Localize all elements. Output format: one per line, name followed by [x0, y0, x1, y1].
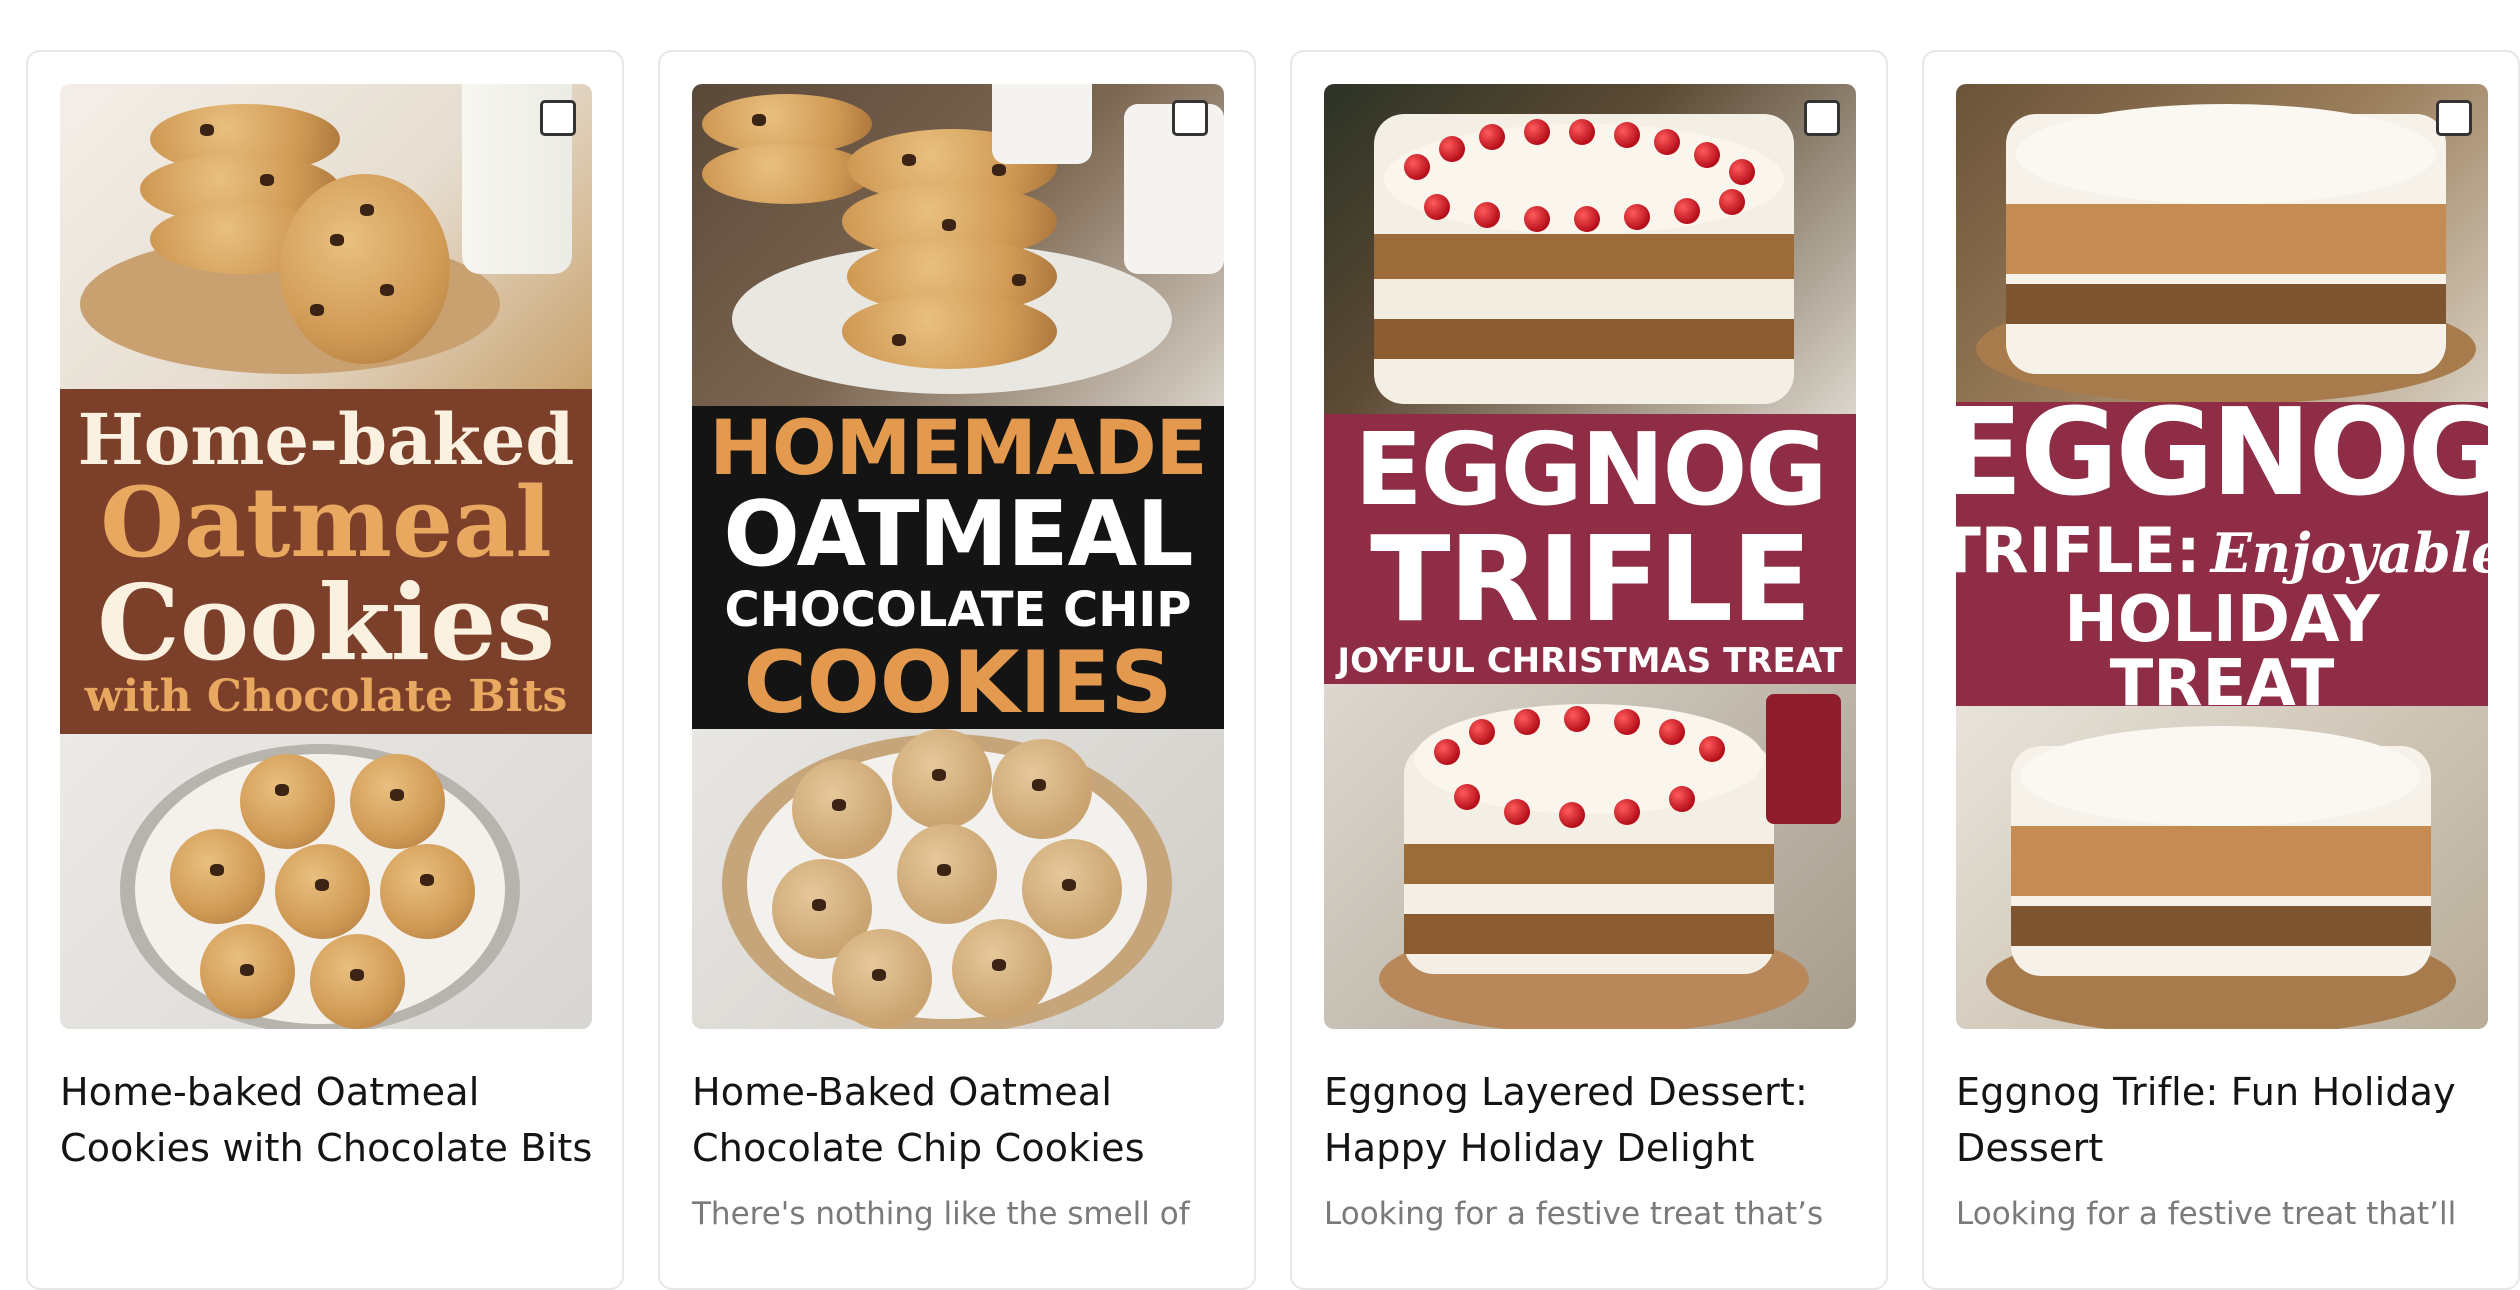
cookie-tray-photo [60, 734, 592, 1029]
cookie-stack-photo [692, 84, 1224, 409]
trifle-photo [1324, 684, 1856, 1029]
recipe-banner: EGGNOG TRIFLE: Enjoyable HOLIDAY TREAT [1956, 383, 2488, 721]
recipe-card-1[interactable]: Home-baked Oatmeal Cookies with Chocolat… [26, 50, 624, 1290]
recipe-image-3[interactable]: EGGNOG TRIFLE JOYFUL CHRISTMAS TREAT [1324, 84, 1856, 1029]
select-checkbox[interactable] [2436, 100, 2472, 136]
recipe-banner: HOMEMADE OATMEAL CHOCOLATE CHIP COOKIES [692, 406, 1224, 729]
recipe-banner: EGGNOG TRIFLE JOYFUL CHRISTMAS TREAT [1324, 414, 1856, 684]
cookie-stack-photo [60, 84, 592, 394]
select-checkbox[interactable] [1172, 100, 1208, 136]
recipe-title[interactable]: Eggnog Trifle: Fun Holiday Dessert [1956, 1064, 2496, 1176]
select-checkbox[interactable] [1804, 100, 1840, 136]
trifle-photo [1324, 84, 1856, 414]
recipe-title[interactable]: Home-baked Oatmeal Cookies with Chocolat… [60, 1064, 600, 1176]
select-checkbox[interactable] [540, 100, 576, 136]
recipe-image-2[interactable]: HOMEMADE OATMEAL CHOCOLATE CHIP COOKIES [692, 84, 1224, 1029]
cookie-tray-photo [692, 729, 1224, 1029]
trifle-photo [1956, 84, 2488, 404]
recipe-title[interactable]: Eggnog Layered Dessert: Happy Holiday De… [1324, 1064, 1864, 1176]
recipe-title[interactable]: Home-Baked Oatmeal Chocolate Chip Cookie… [692, 1064, 1232, 1176]
recipe-description: There's nothing like the smell of [692, 1196, 1190, 1232]
recipe-banner: Home-baked Oatmeal Cookies with Chocolat… [60, 389, 592, 734]
recipe-card-3[interactable]: EGGNOG TRIFLE JOYFUL CHRISTMAS TREAT Egg… [1290, 50, 1888, 1290]
recipe-image-1[interactable]: Home-baked Oatmeal Cookies with Chocolat… [60, 84, 592, 1029]
trifle-photo [1956, 706, 2488, 1029]
recipe-description: Looking for a festive treat that’ll [1956, 1196, 2457, 1232]
recipe-card-2[interactable]: HOMEMADE OATMEAL CHOCOLATE CHIP COOKIES … [658, 50, 1256, 1290]
recipe-description: Looking for a festive treat that’s [1324, 1196, 1824, 1232]
recipe-image-4[interactable]: EGGNOG TRIFLE: Enjoyable HOLIDAY TREAT [1956, 84, 2488, 1029]
recipe-card-4[interactable]: EGGNOG TRIFLE: Enjoyable HOLIDAY TREAT E… [1922, 50, 2520, 1290]
